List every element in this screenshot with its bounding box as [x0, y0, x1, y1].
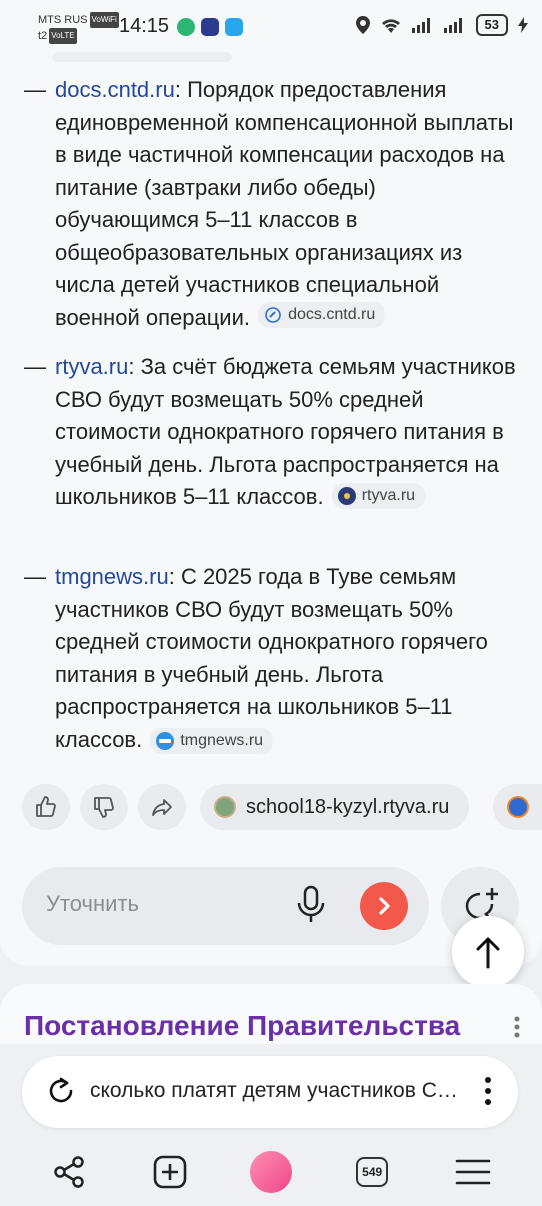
plus-square-icon [153, 1155, 187, 1189]
carrier-2: t2 [38, 30, 48, 42]
tmgnews-icon [156, 731, 175, 750]
like-button[interactable] [22, 784, 70, 830]
app-notification-icon [177, 18, 195, 36]
source-chip-label: rtyva.ru [361, 487, 416, 504]
charging-icon [518, 17, 528, 33]
source-chip-label: tmgnews.ru [180, 731, 264, 749]
message-notification-icon [225, 18, 243, 36]
more-vertical-icon [514, 1016, 520, 1038]
list-dash: — [24, 77, 46, 102]
reference-item: — docs.cntd.ru: Порядок предоставления е… [24, 74, 522, 334]
source-chip[interactable]: docs.cntd.ru [258, 301, 386, 328]
voice-input-button[interactable] [294, 884, 328, 931]
share-nav-button[interactable] [43, 1146, 95, 1198]
chevron-right-icon [379, 897, 390, 915]
query-menu-button[interactable] [484, 1076, 492, 1111]
refresh-icon [49, 1077, 73, 1103]
source-chip[interactable]: rtyva.ru [331, 483, 426, 509]
location-icon [355, 16, 370, 34]
signal-icon [443, 18, 462, 33]
school-site-icon [214, 796, 236, 818]
list-dash: — [24, 354, 46, 379]
source-chip[interactable]: tmgnews.ru [150, 727, 274, 754]
share-button[interactable] [138, 784, 186, 830]
clarify-box [22, 867, 429, 945]
dislike-button[interactable] [80, 784, 128, 830]
reference-domain-link[interactable]: rtyva.ru [55, 354, 128, 379]
carrier-info: MTS RUS VoWiFi t2 VoLTE [38, 12, 119, 44]
send-button[interactable] [360, 882, 408, 930]
status-time: 14:15 [119, 15, 170, 37]
clarify-input[interactable] [46, 891, 276, 917]
vowifi-badge: VoWiFi [89, 12, 119, 28]
reference-text: : С 2025 года в Туве семьям участников С… [55, 564, 488, 752]
microphone-icon [297, 885, 325, 922]
volte-badge: VoLTE [49, 28, 77, 44]
reference-text: : Порядок предоставления единовременной … [55, 77, 514, 330]
thumbs-down-icon [94, 797, 114, 818]
app-notification-icon [201, 18, 219, 36]
alice-icon [249, 1151, 292, 1193]
menu-button[interactable] [447, 1146, 499, 1198]
result-title-link[interactable]: Постановление Правительства [24, 1010, 460, 1042]
rtyva-emblem-icon [337, 487, 356, 505]
signal-icon [411, 18, 430, 33]
source-link-label: school18-kyzyl.rtyva.ru [246, 795, 450, 818]
source-link-chip[interactable] [493, 784, 542, 830]
previous-chip [52, 52, 232, 62]
bottom-navigation: 549 [0, 1144, 542, 1200]
search-query-bar[interactable]: сколько платят детям участников СВО [22, 1056, 518, 1128]
tabs-button[interactable]: 549 [346, 1146, 398, 1198]
more-vertical-icon [485, 1077, 491, 1105]
scroll-to-top-button[interactable] [452, 916, 524, 988]
thumbs-up-icon [36, 796, 56, 817]
alice-assistant-button[interactable] [245, 1146, 297, 1198]
source-chip-label: docs.cntd.ru [288, 305, 376, 323]
reference-item: — tmgnews.ru: С 2025 года в Туве семьям … [24, 561, 522, 756]
arrow-up-icon [476, 937, 500, 969]
share-arrow-icon [152, 799, 172, 816]
list-dash: — [24, 564, 46, 589]
carrier-1: MTS RUS [38, 14, 88, 26]
new-tab-button[interactable] [144, 1146, 196, 1198]
bottom-panel: сколько платят детям участников СВО 549 [0, 1044, 542, 1206]
hamburger-icon [456, 1159, 491, 1185]
feedback-actions [22, 784, 186, 830]
status-bar: MTS RUS VoWiFi t2 VoLTE 14:15 53 [0, 0, 542, 56]
share-nodes-icon [53, 1156, 84, 1188]
source-link-chip[interactable]: school18-kyzyl.rtyva.ru [200, 784, 470, 830]
docs-cntd-icon [264, 306, 282, 324]
system-indicators: 53 [355, 14, 528, 36]
wifi-icon [381, 19, 400, 33]
result-more-button[interactable] [514, 1016, 520, 1043]
search-query-text: сколько платят детям участников СВО [90, 1079, 460, 1102]
battery-indicator: 53 [475, 14, 508, 36]
tabs-count: 549 [356, 1157, 389, 1187]
refresh-button[interactable] [46, 1076, 76, 1111]
answer-card: — docs.cntd.ru: Порядок предоставления е… [0, 52, 542, 966]
reference-item: — rtyva.ru: За счёт бюджета семьям участ… [24, 351, 522, 514]
site-favicon-icon [507, 796, 529, 818]
reference-domain-link[interactable]: tmgnews.ru [55, 564, 169, 589]
reference-domain-link[interactable]: docs.cntd.ru [55, 77, 175, 102]
